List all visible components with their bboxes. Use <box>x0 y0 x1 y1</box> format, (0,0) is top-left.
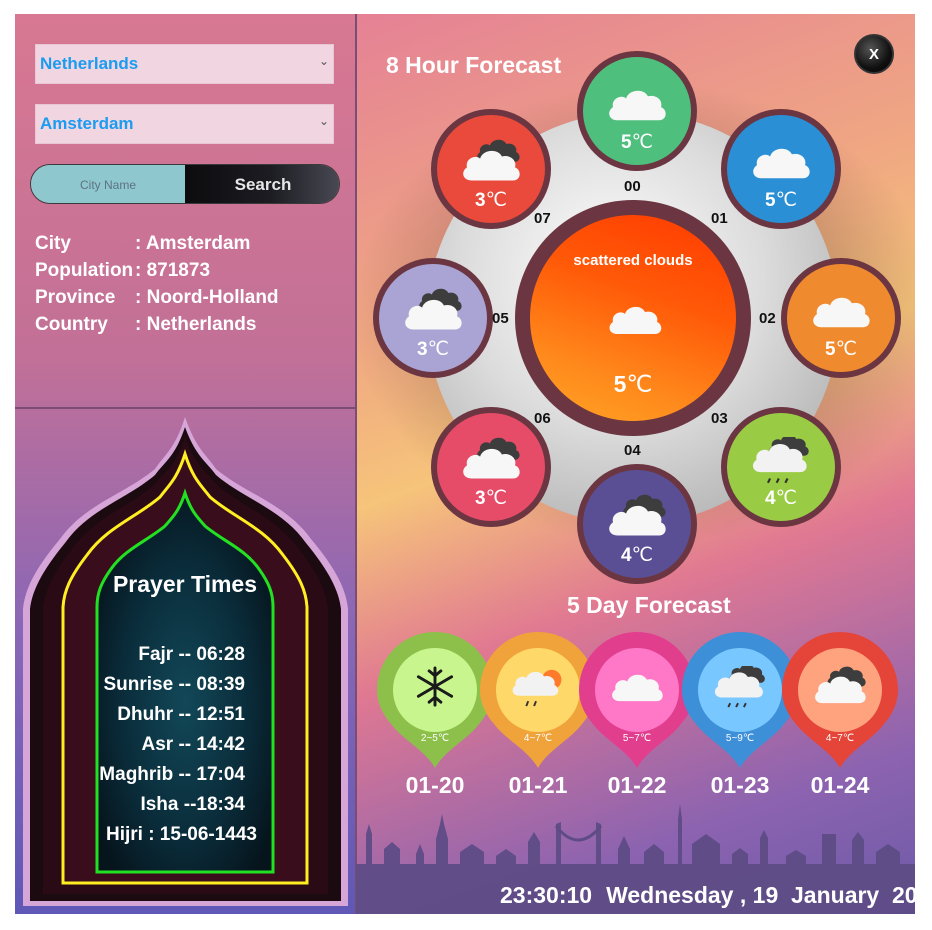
dark-cloud-icon <box>458 139 524 187</box>
day-temp-range: 4~7℃ <box>523 733 553 744</box>
prayer-time-maghrib: Maghrib -- 17:04 <box>99 764 245 785</box>
hour-temp-value: 3 <box>475 488 486 509</box>
prayer-time-sunrise: Sunrise -- 08:39 <box>103 674 246 695</box>
prayer-time-dhuhr: Dhuhr -- 12:51 <box>117 704 245 725</box>
info-value: : Amsterdam <box>135 233 251 254</box>
cloud-icon <box>748 139 814 187</box>
close-button[interactable]: X <box>854 34 894 74</box>
cloud-rain-icon <box>748 437 814 485</box>
cloud-icon <box>607 666 667 709</box>
hijri-date: Hijri : 15-06-1443 <box>105 824 257 845</box>
clock-date: Wednesday , 19 January 2022 <box>606 882 915 908</box>
country-select-value: Netherlands <box>40 54 139 73</box>
day-temp-range: 5~7℃ <box>622 733 652 744</box>
cloud-icon <box>604 81 670 129</box>
hour-label-04: 04 <box>624 442 641 459</box>
hour-temperature: 4℃ <box>583 544 691 567</box>
hour-temperature: 4℃ <box>727 487 835 510</box>
info-value: : Netherlands <box>135 314 257 335</box>
current-temp-unit: ℃ <box>626 371 653 397</box>
info-key: Population <box>35 260 134 281</box>
chevron-down-icon: ⌄ <box>318 54 329 68</box>
hour-temp-value: 3 <box>475 190 486 211</box>
sun-cloud-rain-icon <box>508 666 568 709</box>
dark-cloud-icon <box>458 437 524 485</box>
snowflake-icon <box>405 666 465 709</box>
clock: 23:30:10 Wednesday , 19 January 2022 <box>500 882 915 909</box>
hour-temp-value: 5 <box>825 339 836 360</box>
hour-temp-unit: ℃ <box>775 488 797 509</box>
country-select[interactable]: Netherlands ⌄ <box>35 44 334 84</box>
hour-label-01: 01 <box>711 210 728 227</box>
info-value: : Noord-Holland <box>135 287 279 308</box>
current-temp-value: 5 <box>613 371 627 397</box>
hour-temp-unit: ℃ <box>427 339 449 360</box>
hour-temperature: 3℃ <box>437 487 545 510</box>
hour-temp-unit: ℃ <box>485 488 507 509</box>
hour-label-05: 05 <box>492 310 509 327</box>
hour-temp-unit: ℃ <box>485 190 507 211</box>
hour-label-02: 02 <box>759 310 776 327</box>
hour-temp-unit: ℃ <box>775 190 797 211</box>
hour-temp-value: 3 <box>417 339 428 360</box>
cloud-icon <box>808 288 874 336</box>
hour-temp-unit: ℃ <box>631 545 653 566</box>
hour-temp-value: 4 <box>621 545 632 566</box>
hour-label-06: 06 <box>534 410 551 427</box>
hour-temperature: 5℃ <box>583 131 691 154</box>
search-button[interactable]: Search <box>185 165 339 203</box>
day-temp-range: 4~7℃ <box>825 733 855 744</box>
info-key: Province <box>35 287 116 308</box>
hour-temp-value: 5 <box>621 132 632 153</box>
info-key: Country <box>35 314 108 335</box>
hour-temperature: 3℃ <box>379 338 487 361</box>
search-bar: Search <box>30 164 340 204</box>
dark-cloud-icon <box>810 666 870 709</box>
dark-cloud-icon <box>604 494 670 542</box>
prayer-time-fajr: Fajr -- 06:28 <box>138 644 245 665</box>
info-value: : 871873 <box>135 260 211 281</box>
hour-temp-value: 5 <box>765 190 776 211</box>
hourly-forecast-title: 8 Hour Forecast <box>386 52 562 78</box>
clock-time: 23:30:10 <box>500 882 593 908</box>
info-key: City <box>35 233 71 254</box>
hour-temperature: 5℃ <box>787 338 895 361</box>
dark-cloud-icon <box>400 288 466 336</box>
cloud-icon <box>605 298 665 338</box>
current-temperature: 5℃ <box>530 371 736 398</box>
day-temp-range: 2~5℃ <box>420 733 450 744</box>
city-name-input[interactable] <box>31 165 185 203</box>
daily-forecast-title: 5 Day Forecast <box>567 592 731 618</box>
hour-label-07: 07 <box>534 210 551 227</box>
cloud-rain-icon <box>710 666 770 709</box>
hour-label-03: 03 <box>711 410 728 427</box>
hour-temperature: 3℃ <box>437 189 545 212</box>
hour-temperature: 5℃ <box>727 189 835 212</box>
prayer-times-title: Prayer Times <box>112 571 258 597</box>
hour-temp-unit: ℃ <box>631 132 653 153</box>
city-select[interactable]: Amsterdam ⌄ <box>35 104 334 144</box>
prayer-time-asr: Asr -- 14:42 <box>141 734 246 755</box>
prayer-time-isha: Isha --18:34 <box>140 794 245 815</box>
hour-label-00: 00 <box>624 178 641 195</box>
weather-app-window: Netherlands ⌄ Amsterdam ⌄ Search City : … <box>15 14 915 914</box>
city-select-value: Amsterdam <box>40 114 134 133</box>
current-weather-description: scattered clouds <box>573 252 693 269</box>
day-temp-range: 5~9℃ <box>725 733 755 744</box>
chevron-down-icon: ⌄ <box>318 114 329 128</box>
hour-temp-unit: ℃ <box>835 339 857 360</box>
hour-temp-value: 4 <box>765 488 776 509</box>
